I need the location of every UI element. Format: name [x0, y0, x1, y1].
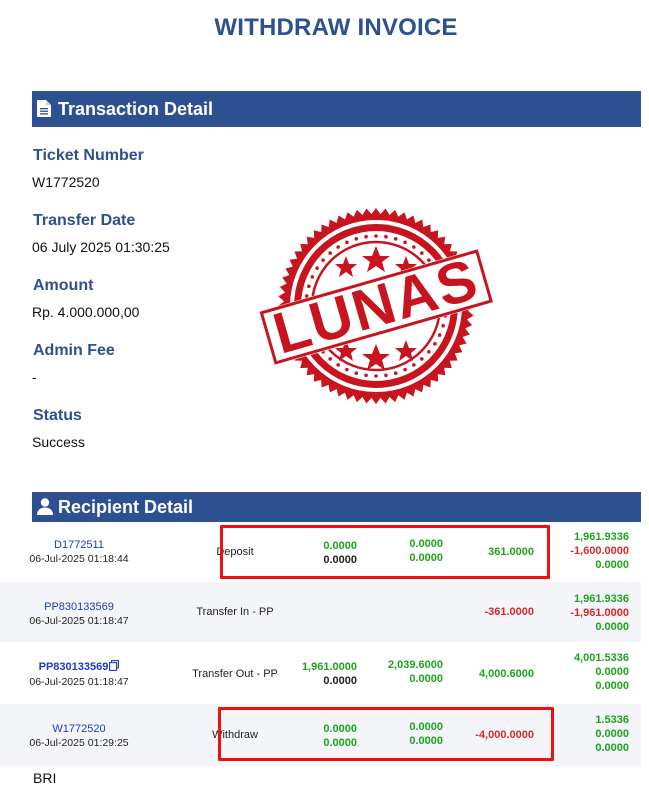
transaction-date: 06-Jul-2025 01:29:25: [29, 737, 129, 749]
balance-cell: 0.0000: [595, 742, 629, 754]
transaction-type: Transfer In - PP: [196, 606, 274, 618]
amount-value: Rp. 4.000.000,00: [32, 304, 140, 320]
transaction-detail-title: Transaction Detail: [58, 98, 214, 119]
transaction-date: 06-Jul-2025 01:18:47: [29, 676, 129, 688]
transaction-date: 06-Jul-2025 01:18:47: [29, 615, 129, 627]
transfer-date-value: 06 July 2025 01:30:25: [32, 239, 170, 255]
invoice-title: WITHDRAW INVOICE: [214, 14, 458, 41]
balance-cell: 0.0000: [595, 728, 629, 740]
recipient-detail-header: Recipient Detail: [32, 492, 641, 522]
value-cell: 0.0000: [323, 675, 357, 687]
status-label: Status: [33, 407, 82, 424]
transaction-date: 06-Jul-2025 01:18:44: [29, 553, 129, 565]
balance-cell: 1,961.9336: [573, 531, 629, 543]
value-cell: 1,961.0000: [301, 661, 357, 673]
value-cell: 0.0000: [409, 673, 443, 685]
balance-cell: 1.5336: [595, 714, 629, 726]
transaction-type: Transfer Out - PP: [192, 668, 278, 680]
admin-fee-label: Admin Fee: [33, 342, 115, 359]
ticket-number-label: Ticket Number: [33, 147, 144, 164]
transaction-id-link[interactable]: PP830133569: [0, 660, 158, 675]
balance-cell: 0.0000: [595, 680, 629, 692]
balance-cell: 1,961.9336: [573, 593, 629, 605]
balance-cell: 4,001.5336: [573, 652, 629, 664]
document-icon: [37, 100, 53, 118]
balance-cell: 0.0000: [595, 621, 629, 633]
user-icon: [37, 498, 53, 516]
status-value: Success: [32, 434, 85, 450]
highlight-box: [220, 525, 550, 579]
value-cell: -361.0000: [484, 606, 534, 618]
transaction-id-link[interactable]: D1772511: [0, 538, 158, 552]
copy-icon[interactable]: [109, 660, 120, 675]
transaction-detail-header: Transaction Detail: [32, 91, 641, 127]
transfer-date-label: Transfer Date: [33, 212, 136, 229]
recipient-detail-title: Recipient Detail: [58, 496, 194, 517]
lunas-stamp: LUNAS: [258, 196, 498, 418]
table-row: PP830133569 06-Jul-2025 01:18:47 Transfe…: [0, 582, 641, 642]
balance-cell: 0.0000: [595, 666, 629, 678]
balance-cell: -1,600.0000: [570, 545, 629, 557]
value-cell: 2,039.6000: [387, 659, 443, 671]
transaction-id-text: PP830133569: [38, 661, 109, 673]
amount-label: Amount: [33, 277, 94, 294]
transaction-id-link[interactable]: W1772520: [0, 722, 158, 736]
highlight-box: [218, 707, 554, 761]
transaction-id-link[interactable]: PP830133569: [0, 600, 158, 614]
balance-cell: -1,961.0000: [570, 607, 629, 619]
balance-cell: 0.0000: [595, 559, 629, 571]
bank-name: BRI: [33, 770, 57, 786]
ticket-number-value: W1772520: [32, 174, 100, 190]
admin-fee-value: -: [32, 369, 37, 385]
table-row: PP830133569 06-Jul-2025 01:18:47 Transfe…: [0, 642, 641, 704]
value-cell: 4,000.6000: [478, 668, 534, 680]
